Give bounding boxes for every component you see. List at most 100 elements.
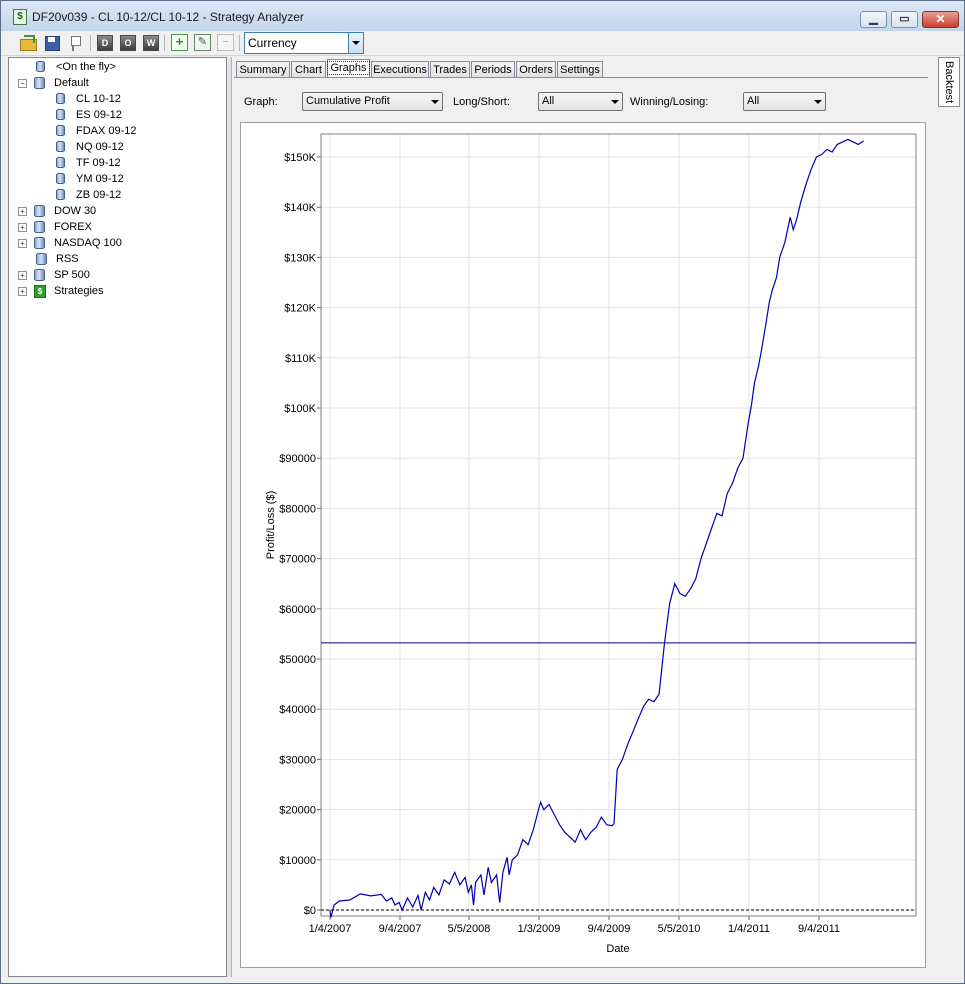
maximize-icon: ▭ <box>899 13 910 25</box>
y-tick-label: $40000 <box>279 704 316 716</box>
tree-item-label: RSS <box>56 253 79 265</box>
longshort-label: Long/Short: <box>453 96 510 108</box>
tab-graphs[interactable]: Graphs <box>327 59 370 78</box>
display-unit-select[interactable]: Currency <box>244 32 364 54</box>
o-button[interactable]: O <box>120 35 136 51</box>
tree-item[interactable]: + SP 500 <box>9 268 224 284</box>
tab-periods[interactable]: Periods <box>471 61 515 77</box>
minimize-icon: ▁ <box>869 13 878 25</box>
chevron-down-icon[interactable] <box>811 93 825 110</box>
w-button[interactable]: W <box>143 35 159 51</box>
database-group-icon <box>34 205 45 217</box>
tree-item[interactable]: <On the fly> <box>9 60 224 76</box>
tab-label: Chart <box>295 64 322 76</box>
tree-item[interactable]: TF 09-12 <box>9 156 224 172</box>
chevron-down-icon[interactable] <box>608 93 622 110</box>
backtest-side-tab[interactable]: Backtest <box>938 57 960 107</box>
tab-label: Orders <box>519 64 553 76</box>
tab-label: Periods <box>474 64 512 76</box>
tree-item[interactable]: + NASDAQ 100 <box>9 236 224 252</box>
expand-icon[interactable]: + <box>18 239 27 248</box>
tree-item-label: ES 09-12 <box>76 109 122 121</box>
database-icon <box>56 125 65 136</box>
longshort-select[interactable]: All <box>538 92 623 111</box>
remove-icon[interactable]: − <box>217 34 234 51</box>
close-icon: ✕ <box>935 12 946 26</box>
database-group-icon <box>34 269 45 281</box>
graph-type-select[interactable]: Cumulative Profit <box>302 92 443 111</box>
x-tick-label: 5/5/2010 <box>658 923 701 935</box>
tab-label: Summary <box>239 64 287 76</box>
tree-item[interactable]: CL 10-12 <box>9 92 224 108</box>
x-tick-label: 9/4/2007 <box>379 923 422 935</box>
maximize-button[interactable]: ▭ <box>891 11 918 28</box>
y-tick-label: $110K <box>285 353 317 365</box>
tree-item[interactable]: − Default <box>9 76 224 92</box>
graph-label: Graph: <box>244 96 278 108</box>
toolbar: D O W + ✎ − <box>1 31 964 56</box>
cumulative-profit-line <box>329 138 864 918</box>
close-button[interactable]: ✕ <box>922 11 959 28</box>
strategy-analyzer-window: $ DF20v039 - CL 10-12/CL 10-12 - Strateg… <box>0 0 965 984</box>
open-folder-icon[interactable] <box>19 34 37 52</box>
collapse-icon[interactable]: − <box>18 79 27 88</box>
tab-executions[interactable]: Executions <box>371 61 429 77</box>
plot-area <box>320 133 917 917</box>
tree-item[interactable]: + DOW 30 <box>9 204 224 220</box>
toolbar-separator <box>90 35 91 51</box>
winlose-select[interactable]: All <box>743 92 826 111</box>
y-tick-label: $130K <box>284 252 316 264</box>
d-button[interactable]: D <box>97 35 113 51</box>
database-group-icon <box>36 253 47 265</box>
results-panel: Summary Chart Graphs Executions Trades Period… <box>231 57 930 977</box>
toolbar-separator <box>164 35 165 51</box>
tab-summary[interactable]: Summary <box>236 61 290 77</box>
tree-item[interactable]: NQ 09-12 <box>9 140 224 156</box>
tree-item-label: CL 10-12 <box>76 93 121 105</box>
graph-type-value: Cumulative Profit <box>306 95 390 107</box>
tab-orders[interactable]: Orders <box>516 61 556 77</box>
chevron-down-icon[interactable] <box>348 33 363 53</box>
x-axis-label: Date <box>606 943 629 955</box>
database-group-icon <box>34 77 45 89</box>
y-tick-label: $150K <box>284 152 316 164</box>
tab-label: Settings <box>560 64 600 76</box>
expand-icon[interactable]: + <box>18 207 27 216</box>
tab-settings[interactable]: Settings <box>557 61 603 77</box>
tree-item[interactable]: ZB 09-12 <box>9 188 224 204</box>
tree-item[interactable]: + FOREX <box>9 220 224 236</box>
window-title: DF20v039 - CL 10-12/CL 10-12 - Strategy … <box>32 10 304 24</box>
database-group-icon <box>34 221 45 233</box>
tab-trades[interactable]: Trades <box>430 61 470 77</box>
expand-icon[interactable]: + <box>18 223 27 232</box>
tree-item[interactable]: ES 09-12 <box>9 108 224 124</box>
add-icon[interactable]: + <box>171 34 188 51</box>
chevron-down-icon[interactable] <box>428 93 442 110</box>
tree-item-label: DOW 30 <box>54 205 97 217</box>
database-icon <box>56 157 65 168</box>
winlose-label: Winning/Losing: <box>630 96 709 108</box>
chart-panel: $0 $10000 $20000 $30000 $40000 $50000 $60000 $7… <box>240 122 926 968</box>
y-tick-label: $0 <box>304 905 316 917</box>
cumulative-profit-chart: $0 $10000 $20000 $30000 $40000 $50000 $60000 $7… <box>265 133 917 955</box>
minimize-button[interactable]: ▁ <box>860 11 887 28</box>
expand-icon[interactable]: + <box>18 271 27 280</box>
y-tick-label: $90000 <box>279 453 316 465</box>
tab-label: Trades <box>433 64 467 76</box>
tree-item[interactable]: + $ Strategies <box>9 284 224 300</box>
tab-label: Graphs <box>327 61 370 75</box>
tree-item[interactable]: FDAX 09-12 <box>9 124 224 140</box>
pin-icon[interactable] <box>67 34 85 52</box>
y-tick-label: $60000 <box>279 604 316 616</box>
tab-chart[interactable]: Chart <box>291 61 326 77</box>
title-bar[interactable]: $ DF20v039 - CL 10-12/CL 10-12 - Strateg… <box>1 1 964 31</box>
edit-icon[interactable]: ✎ <box>194 34 211 51</box>
database-group-icon <box>34 237 45 249</box>
save-icon[interactable] <box>43 34 61 52</box>
tree-item[interactable]: RSS <box>9 252 224 268</box>
expand-icon[interactable]: + <box>18 287 27 296</box>
tree-item-label: YM 09-12 <box>76 173 124 185</box>
tree-item[interactable]: YM 09-12 <box>9 172 224 188</box>
database-icon <box>56 93 65 104</box>
tab-divider <box>234 77 928 78</box>
